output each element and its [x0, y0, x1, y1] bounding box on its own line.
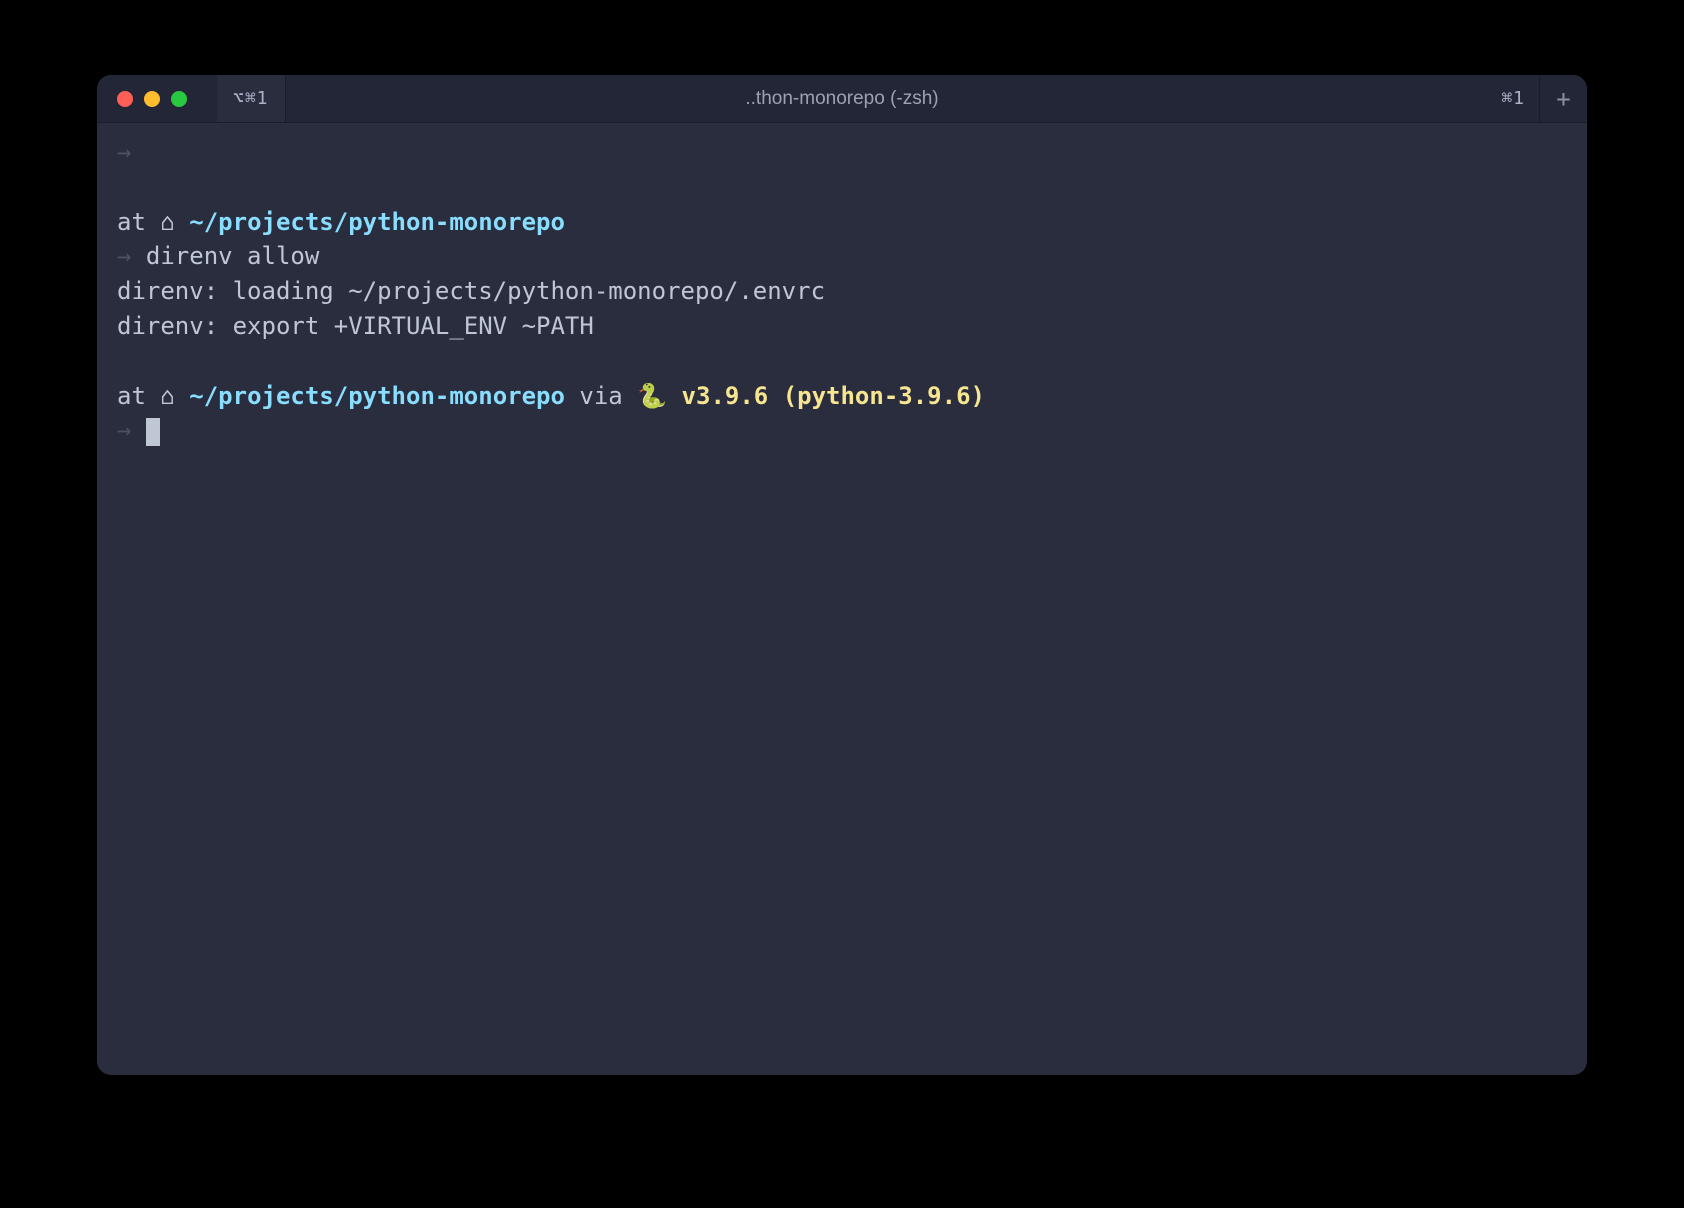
output-line: direnv: loading ~/projects/python-monore… — [117, 274, 1567, 309]
arrow-icon: → — [117, 242, 131, 270]
prompt-context-line: at ⌂ ~/projects/python-monorepo — [117, 205, 1567, 240]
active-tab[interactable]: ⌥⌘1 — [217, 75, 286, 122]
python-icon: 🐍 — [637, 382, 667, 410]
cursor — [146, 418, 160, 446]
at-label: at — [117, 382, 160, 410]
command-text: direnv allow — [131, 242, 319, 270]
minimize-button[interactable] — [144, 91, 160, 107]
prompt-line-empty: → — [117, 135, 1567, 170]
titlebar: ⌥⌘1 ..thon-monorepo (-zsh) ⌘1 + — [97, 75, 1587, 123]
active-prompt-line: → — [117, 413, 1567, 448]
arrow-icon: → — [117, 416, 131, 444]
titlebar-right: ⌘1 + — [1487, 75, 1587, 122]
maximize-button[interactable] — [171, 91, 187, 107]
output-line: direnv: export +VIRTUAL_ENV ~PATH — [117, 309, 1567, 344]
home-icon: ⌂ — [160, 208, 174, 236]
cwd-path: ~/projects/python-monorepo — [189, 208, 565, 236]
new-tab-button[interactable]: + — [1539, 75, 1587, 122]
terminal-body[interactable]: → at ⌂ ~/projects/python-monorepo → dire… — [97, 123, 1587, 1075]
close-button[interactable] — [117, 91, 133, 107]
window-title: ..thon-monorepo (-zsh) — [745, 88, 938, 110]
traffic-lights — [97, 91, 187, 107]
shortcut-label: ⌘1 — [1487, 88, 1539, 109]
via-label: via — [565, 382, 637, 410]
python-version: v3.9.6 (python-3.9.6) — [667, 382, 985, 410]
cwd-path: ~/projects/python-monorepo — [189, 382, 565, 410]
command-line: → direnv allow — [117, 239, 1567, 274]
terminal-line — [117, 170, 1567, 205]
prompt-context-line: at ⌂ ~/projects/python-monorepo via 🐍 v3… — [117, 379, 1567, 414]
terminal-line — [117, 344, 1567, 379]
at-label: at — [117, 208, 160, 236]
home-icon: ⌂ — [160, 382, 174, 410]
arrow-icon: → — [117, 138, 131, 166]
terminal-window: ⌥⌘1 ..thon-monorepo (-zsh) ⌘1 + → at ⌂ ~… — [97, 75, 1587, 1075]
